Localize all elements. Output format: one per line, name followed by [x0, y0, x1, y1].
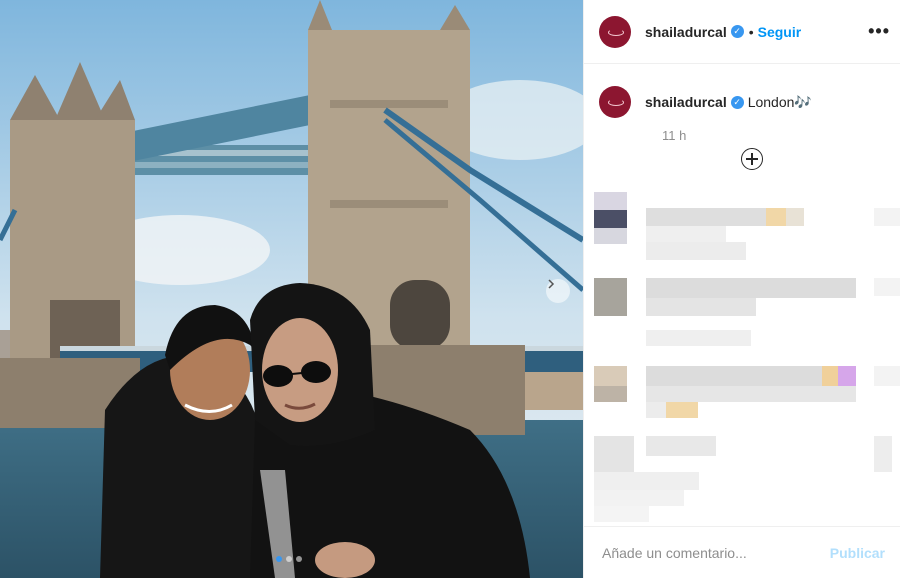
- verified-badge-icon: ✓: [730, 95, 744, 109]
- avatar[interactable]: [599, 86, 631, 118]
- comments-list: [584, 190, 900, 530]
- instagram-post-modal: shailadurcal ✓ • Seguir ••• shailadurcal…: [0, 0, 900, 578]
- tower-bridge-photo: [0, 0, 583, 578]
- comment-composer: Publicar: [584, 526, 900, 578]
- more-options-icon[interactable]: •••: [868, 22, 890, 40]
- carousel-indicator: [276, 556, 302, 562]
- next-image-button[interactable]: [546, 279, 570, 303]
- carousel-dot: [286, 556, 292, 562]
- publish-button[interactable]: Publicar: [830, 545, 885, 561]
- follow-button[interactable]: Seguir: [758, 24, 802, 40]
- comment-input[interactable]: [600, 543, 830, 562]
- post-caption: shailadurcal ✓ London🎶 11 h: [584, 64, 900, 174]
- post-side-panel: shailadurcal ✓ • Seguir ••• shailadurcal…: [583, 0, 900, 578]
- caption-username-link[interactable]: shailadurcal: [645, 94, 727, 110]
- post-photo[interactable]: [0, 0, 583, 578]
- post-header: shailadurcal ✓ • Seguir •••: [584, 0, 900, 64]
- separator-dot: •: [748, 23, 754, 40]
- chevron-right-icon: [548, 279, 555, 289]
- carousel-dot: [296, 556, 302, 562]
- caption-text: London🎶: [747, 93, 812, 110]
- verified-badge-icon: ✓: [730, 25, 744, 38]
- carousel-dot-active: [276, 556, 282, 562]
- post-timestamp[interactable]: 11 h: [662, 128, 885, 143]
- username-link[interactable]: shailadurcal: [645, 24, 727, 40]
- avatar[interactable]: [599, 15, 631, 48]
- load-more-comments-icon[interactable]: [741, 148, 763, 170]
